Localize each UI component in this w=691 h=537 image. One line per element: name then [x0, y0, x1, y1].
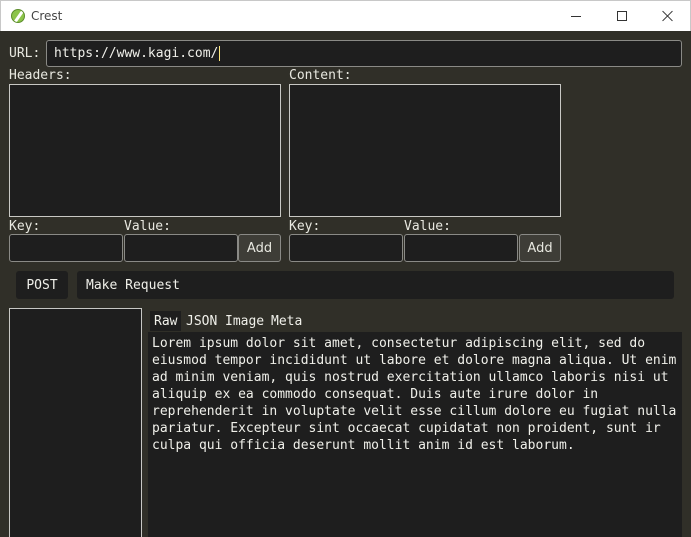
- header-value-input[interactable]: [124, 234, 238, 262]
- response-body-panel[interactable]: Lorem ipsum dolor sit amet, consectetur …: [148, 332, 682, 537]
- make-request-button[interactable]: Make Request: [77, 271, 674, 299]
- content-label: Content:: [289, 68, 352, 83]
- add-header-button[interactable]: Add: [238, 234, 281, 262]
- header-key-label: Key:: [9, 219, 41, 234]
- content-value-label: Value:: [404, 219, 451, 234]
- tab-raw[interactable]: Raw: [150, 311, 182, 331]
- close-button[interactable]: [645, 1, 691, 31]
- headers-label: Headers:: [9, 68, 72, 83]
- url-label: URL:: [9, 46, 41, 61]
- tab-image[interactable]: Image: [221, 311, 268, 331]
- response-body-text: Lorem ipsum dolor sit amet, consectetur …: [152, 336, 677, 453]
- content-key-label: Key:: [289, 219, 321, 234]
- headers-list[interactable]: [9, 84, 281, 217]
- header-value-label: Value:: [124, 219, 171, 234]
- maximize-icon: [617, 11, 627, 21]
- add-content-button[interactable]: Add: [519, 234, 561, 262]
- minimize-icon: [571, 15, 581, 17]
- url-value: https://www.kagi.com/: [54, 46, 219, 61]
- tab-meta[interactable]: Meta: [267, 311, 306, 331]
- content-list[interactable]: [289, 84, 561, 217]
- history-panel[interactable]: [9, 308, 142, 537]
- header-key-input[interactable]: [9, 234, 123, 262]
- content-key-input[interactable]: [289, 234, 403, 262]
- app-body: URL: https://www.kagi.com/ Headers: Key:…: [0, 31, 691, 537]
- text-caret: [219, 46, 221, 61]
- app-logo-icon: [11, 9, 25, 23]
- window-title: Crest: [31, 9, 63, 23]
- method-select[interactable]: POST: [16, 271, 68, 299]
- title-bar[interactable]: Crest: [0, 0, 691, 31]
- minimize-button[interactable]: [553, 1, 599, 31]
- tab-json[interactable]: JSON: [182, 311, 221, 331]
- url-input[interactable]: https://www.kagi.com/: [46, 40, 682, 67]
- maximize-button[interactable]: [599, 1, 645, 31]
- content-value-input[interactable]: [404, 234, 518, 262]
- close-icon: [662, 10, 674, 22]
